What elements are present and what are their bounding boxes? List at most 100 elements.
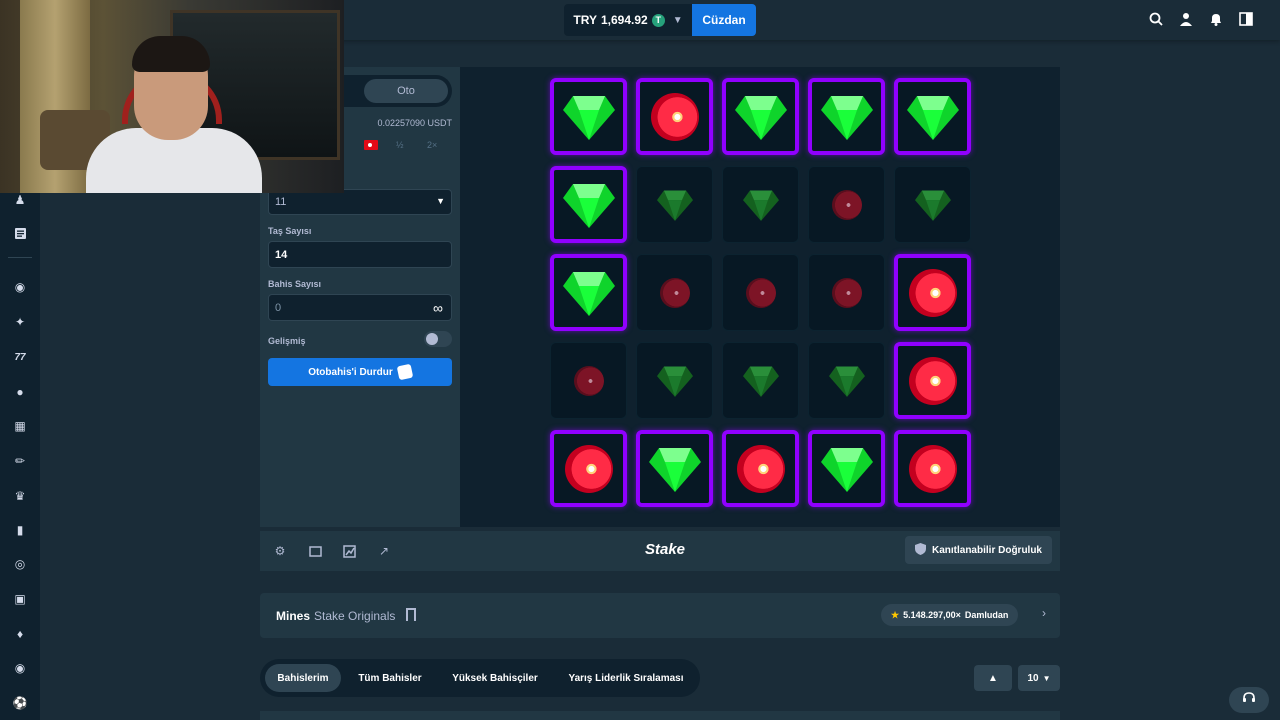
tab-high-rollers[interactable]: Yüksek Bahisçiler	[440, 664, 550, 692]
battery-icon[interactable]: ▮	[12, 522, 28, 538]
chevron-right-icon[interactable]: ›	[1042, 606, 1046, 620]
mines-count-value: 11	[275, 196, 287, 208]
support-button[interactable]	[1229, 687, 1269, 713]
gem-icon	[734, 95, 787, 140]
theatre-icon[interactable]	[307, 543, 323, 559]
grid-tile[interactable]	[894, 342, 971, 419]
gem-icon	[828, 365, 865, 397]
grid-tile[interactable]	[722, 78, 799, 155]
tab-all-bets[interactable]: Tüm Bahisler	[348, 664, 432, 692]
game-title: Mines	[276, 609, 311, 623]
max-win-value: 5.148.297,00×	[903, 610, 961, 620]
grid-tile[interactable]	[894, 430, 971, 507]
settings-icon[interactable]: ⚙	[272, 543, 288, 559]
stop-autobet-button[interactable]: Otobahis'i Durdur	[268, 358, 452, 386]
bets-count-label: Bahis Sayısı	[268, 279, 322, 289]
football-icon[interactable]: ⚽	[12, 695, 28, 711]
game-provider[interactable]: Stake Originals	[314, 609, 395, 623]
turkey-flag-icon	[364, 140, 378, 150]
grid-tile[interactable]	[808, 430, 885, 507]
bookmark-icon[interactable]	[406, 608, 416, 621]
cards-icon[interactable]: ♦	[12, 626, 28, 642]
seven-icon[interactable]: 77	[12, 349, 28, 365]
gem-icon	[914, 189, 951, 221]
balance-selector[interactable]: TRY 1,694.92 T ▼	[564, 4, 692, 36]
grid-tile[interactable]	[722, 342, 799, 419]
trophy-icon: ★	[891, 609, 900, 620]
mine-icon	[745, 277, 776, 308]
gem-icon	[656, 189, 693, 221]
grid-tile[interactable]	[808, 166, 885, 243]
provably-fair-label: Kanıtlanabilir Doğruluk	[931, 544, 1042, 556]
grid-tile[interactable]	[636, 166, 713, 243]
gem-icon	[562, 95, 615, 140]
target-icon[interactable]: ◎	[12, 556, 28, 572]
tennis-icon[interactable]: ◉	[12, 660, 28, 676]
search-icon[interactable]	[1148, 11, 1164, 27]
grid-tile[interactable]	[636, 78, 713, 155]
bet-amount-crypto: 0.02257090 USDT	[377, 118, 452, 128]
mine-icon	[908, 444, 957, 493]
grid-tile[interactable]	[550, 78, 627, 155]
tab-race-leaderboard[interactable]: Yarış Liderlik Sıralaması	[558, 664, 694, 692]
casino-chip-icon[interactable]: ◉	[12, 279, 28, 295]
sidebar-toggle-icon[interactable]	[1238, 11, 1254, 27]
chess-piece-icon[interactable]: ♟	[12, 192, 28, 208]
grid-tile[interactable]	[808, 254, 885, 331]
chevron-down-icon: ▼	[672, 14, 683, 26]
bets-table-top	[260, 711, 1060, 720]
newspaper-icon[interactable]	[12, 225, 28, 241]
balance-currency: TRY	[573, 13, 597, 27]
mine-icon	[831, 189, 862, 220]
grid-tile[interactable]	[894, 166, 971, 243]
tab-my-bets[interactable]: Bahislerim	[265, 664, 341, 692]
gems-field[interactable]: 14	[268, 241, 452, 268]
mines-game-area	[460, 67, 1060, 527]
bell-icon[interactable]	[1208, 11, 1224, 27]
grid-tile[interactable]	[722, 254, 799, 331]
grid-tile[interactable]	[722, 430, 799, 507]
grid-tile[interactable]	[722, 166, 799, 243]
provably-fair-button[interactable]: Kanıtlanabilir Doğruluk	[904, 536, 1052, 564]
gem-icon	[562, 183, 615, 228]
wallet-button[interactable]: Cüzdan	[692, 4, 756, 36]
grid-tile[interactable]	[636, 254, 713, 331]
grid-tile[interactable]	[894, 78, 971, 155]
user-icon[interactable]	[1178, 11, 1194, 27]
balance-amount: 1,694.92	[600, 13, 648, 27]
tether-coin-icon: T	[651, 13, 665, 27]
grid-tile[interactable]	[808, 78, 885, 155]
page-size-select[interactable]: 10 ▼	[1018, 665, 1060, 691]
stats-icon[interactable]	[341, 543, 357, 559]
grid-tile[interactable]	[636, 342, 713, 419]
auto-mode-tab[interactable]: Oto	[364, 79, 448, 103]
gift-icon[interactable]: ▣	[12, 591, 28, 607]
bets-count-field[interactable]: 0 ∞	[268, 294, 452, 321]
ghost-mode-button[interactable]: ▲	[974, 665, 1012, 691]
gem-icon	[820, 95, 873, 140]
double-bet-button[interactable]: 2×	[427, 140, 437, 150]
advanced-toggle[interactable]	[424, 331, 452, 347]
grid-tile[interactable]	[636, 430, 713, 507]
mine-icon	[908, 356, 957, 405]
grid-tile[interactable]	[550, 342, 627, 419]
popout-icon[interactable]: ↗	[376, 543, 392, 559]
grid-tile[interactable]	[894, 254, 971, 331]
jersey-icon[interactable]: ▦	[12, 418, 28, 434]
sword-icon[interactable]: ✏	[12, 453, 28, 469]
crown-icon[interactable]: ♛	[12, 488, 28, 504]
fire-icon[interactable]: ●	[12, 384, 28, 400]
grid-tile[interactable]	[550, 254, 627, 331]
stake-logo: Stake	[645, 541, 686, 558]
half-bet-button[interactable]: ½	[396, 140, 404, 150]
gem-icon	[820, 447, 873, 492]
mine-icon	[573, 365, 604, 396]
grid-tile[interactable]	[550, 166, 627, 243]
infinity-icon[interactable]: ∞	[433, 300, 443, 316]
sparkle-icon[interactable]: ✦	[12, 314, 28, 330]
gems-label: Taş Sayısı	[268, 226, 312, 236]
grid-tile[interactable]	[550, 430, 627, 507]
gem-icon	[656, 365, 693, 397]
grid-tile[interactable]	[808, 342, 885, 419]
game-info-row[interactable]: Mines Stake Originals ★ 5.148.297,00× Da…	[260, 593, 1060, 638]
